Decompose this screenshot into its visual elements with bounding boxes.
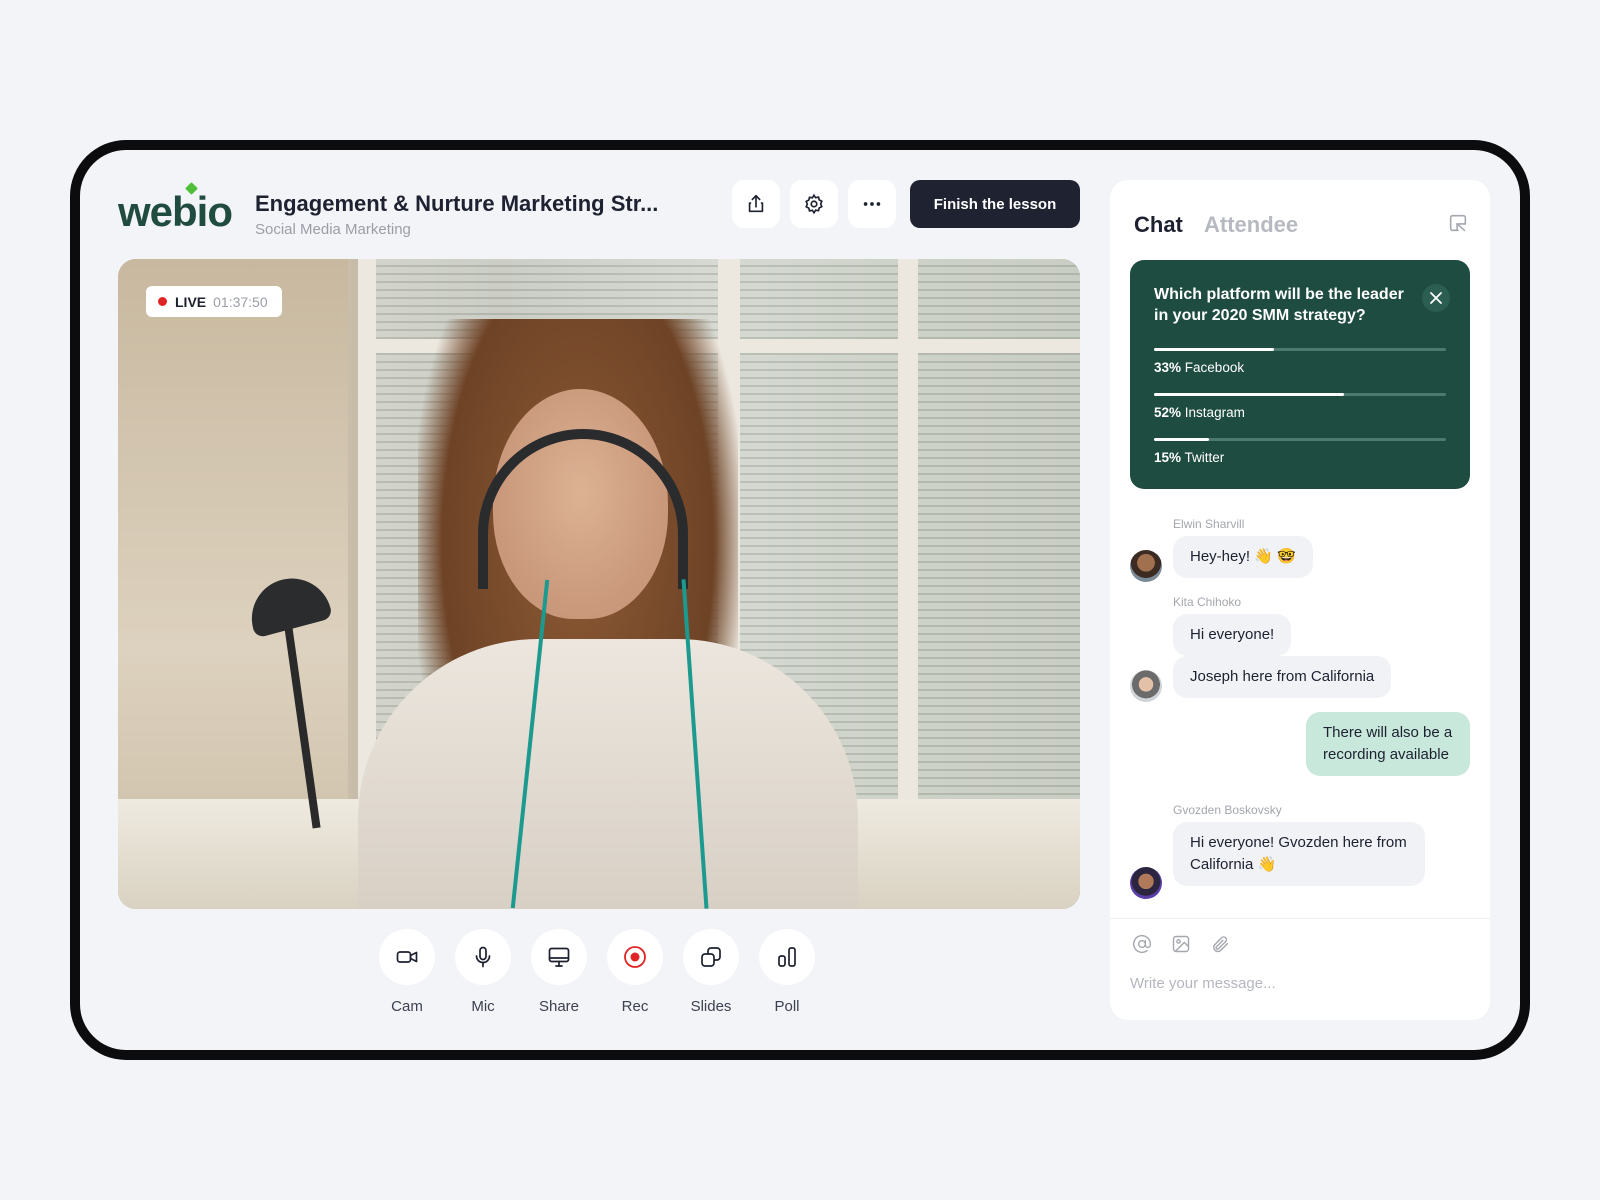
slides-button[interactable] <box>683 929 739 985</box>
share-screen-button[interactable] <box>531 929 587 985</box>
screen-share-icon <box>548 947 570 967</box>
live-badge: LIVE 01:37:50 <box>146 286 282 317</box>
poll-option-name: Instagram <box>1184 405 1245 420</box>
poll-bar-track <box>1154 393 1446 396</box>
share-icon <box>748 194 764 213</box>
mention-icon <box>1132 935 1152 954</box>
mic-button[interactable] <box>455 929 511 985</box>
poll-label: Poll <box>774 998 800 1015</box>
poll-icon <box>778 947 796 967</box>
poll-option-label: 33% Facebook <box>1154 360 1446 375</box>
page-subtitle: Social Media Marketing <box>255 221 411 238</box>
message-author: Gvozden Boskovsky <box>1173 803 1282 817</box>
poll-card: Which platform will be the leader in you… <box>1130 260 1470 489</box>
more-icon <box>863 202 881 206</box>
poll-option-name: Twitter <box>1184 450 1225 465</box>
poll-bar-fill <box>1154 438 1209 441</box>
attach-button[interactable] <box>1210 934 1230 959</box>
poll-button[interactable] <box>759 929 815 985</box>
slides-icon <box>701 947 721 967</box>
record-icon <box>624 946 646 968</box>
message-input[interactable]: Write your message... <box>1130 975 1276 992</box>
live-label: LIVE <box>175 293 207 310</box>
avatar[interactable] <box>1130 670 1162 702</box>
image-icon <box>1172 935 1190 953</box>
poll-question: Which platform will be the leader in you… <box>1154 286 1404 324</box>
poll-option-percent: 52% <box>1154 405 1182 420</box>
mic-label: Mic <box>471 998 495 1015</box>
close-icon <box>1430 292 1442 304</box>
message-author: Elwin Sharvill <box>1173 517 1245 531</box>
message-bubble: Joseph here from California <box>1173 656 1392 698</box>
popout-button[interactable] <box>1447 212 1469 239</box>
tab-attendee[interactable]: Attendee <box>1204 212 1298 238</box>
share-button[interactable] <box>732 180 780 228</box>
share-control[interactable]: Share <box>524 929 594 1015</box>
rec-label: Rec <box>621 998 649 1015</box>
mic-icon <box>475 946 491 968</box>
share-label: Share <box>538 998 580 1015</box>
settings-icon <box>805 193 823 215</box>
cam-control[interactable]: Cam <box>372 929 442 1015</box>
own-message-bubble: There will also be a recording available <box>1306 712 1470 776</box>
poll-option-name: Facebook <box>1184 360 1245 375</box>
cam-label: Cam <box>391 998 423 1015</box>
page-title: Engagement & Nurture Marketing Str... <box>255 191 659 216</box>
slides-label: Slides <box>690 998 732 1015</box>
avatar[interactable] <box>1130 550 1162 582</box>
live-timer: 01:37:50 <box>213 293 268 310</box>
poll-close-button[interactable] <box>1422 284 1450 312</box>
cam-button[interactable] <box>379 929 435 985</box>
message-bubble: Hey-hey! 👋 🤓 <box>1173 536 1313 578</box>
camera-icon <box>396 951 418 963</box>
attach-icon <box>1213 936 1229 953</box>
poll-bar-fill <box>1154 393 1344 396</box>
poll-option[interactable]: 15% Twitter <box>1154 438 1446 465</box>
presenter-body <box>358 639 858 909</box>
message-author: Kita Chihoko <box>1173 595 1242 609</box>
popout-icon <box>1449 214 1467 232</box>
poll-bar-fill <box>1154 348 1275 351</box>
finish-lesson-button[interactable]: Finish the lesson <box>910 180 1080 228</box>
webio-logo: webio <box>118 188 233 235</box>
poll-option-percent: 33% <box>1154 360 1182 375</box>
poll-bar-track <box>1154 438 1446 441</box>
message-bubble: Hi everyone! <box>1173 614 1292 656</box>
image-button[interactable] <box>1171 934 1191 959</box>
poll-option-label: 52% Instagram <box>1154 405 1446 420</box>
tab-chat[interactable]: Chat <box>1134 212 1183 238</box>
app-screen: webio Engagement & Nurture Marketing Str… <box>80 150 1520 1050</box>
device-frame: webio Engagement & Nurture Marketing Str… <box>70 140 1530 1060</box>
avatar[interactable] <box>1130 867 1162 899</box>
composer-divider <box>1110 918 1490 919</box>
rec-button[interactable] <box>607 929 663 985</box>
poll-option-percent: 15% <box>1154 450 1182 465</box>
poll-option[interactable]: 52% Instagram <box>1154 393 1446 420</box>
mention-button[interactable] <box>1132 934 1152 959</box>
mic-control[interactable]: Mic <box>448 929 518 1015</box>
slides-control[interactable]: Slides <box>676 929 746 1015</box>
message-bubble: Hi everyone! Gvozden here from Californi… <box>1173 822 1425 886</box>
more-options-button[interactable] <box>848 180 896 228</box>
poll-control[interactable]: Poll <box>752 929 822 1015</box>
video-stream[interactable]: LIVE 01:37:50 <box>118 259 1080 909</box>
settings-button[interactable] <box>790 180 838 228</box>
poll-option-label: 15% Twitter <box>1154 450 1446 465</box>
poll-bar-track <box>1154 348 1446 351</box>
live-dot-icon <box>158 297 167 306</box>
chat-sidebar: Chat Attendee Which platform will be the… <box>1110 180 1490 1020</box>
poll-option[interactable]: 33% Facebook <box>1154 348 1446 375</box>
rec-control[interactable]: Rec <box>600 929 670 1015</box>
